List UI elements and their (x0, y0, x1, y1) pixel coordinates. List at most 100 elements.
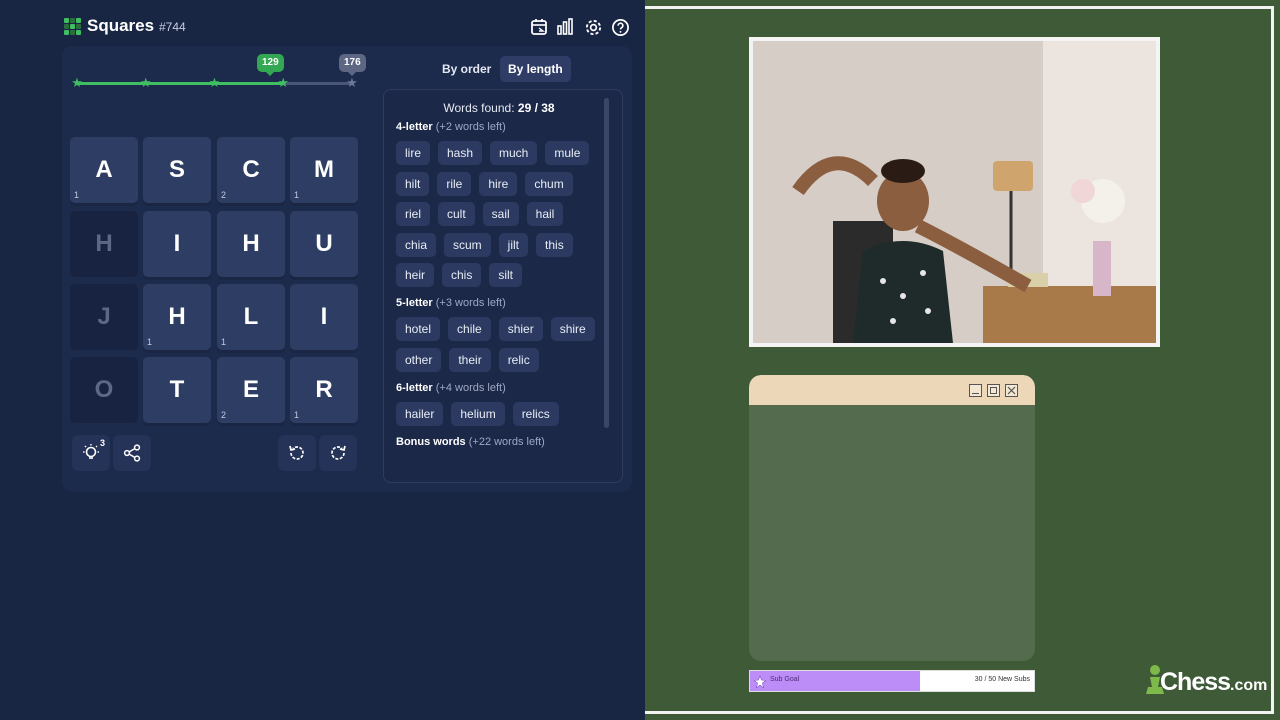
word-chip[interactable]: this (536, 232, 573, 257)
sort-by-length-tab[interactable]: By length (500, 56, 571, 82)
letter-tile[interactable]: M1 (290, 137, 358, 203)
word-chip[interactable]: shire (550, 317, 595, 341)
sub-goal-count: 30 / 50 New Subs (974, 676, 1030, 683)
word-chip[interactable]: sail (482, 202, 519, 226)
word-chip[interactable]: lire (396, 141, 431, 165)
word-section-remaining: (+22 words left) (468, 435, 545, 448)
word-chip[interactable]: cult (438, 202, 475, 226)
tile-letter: J (97, 303, 111, 330)
words-found-label: Words found: (443, 101, 515, 115)
undo-button[interactable] (278, 435, 316, 471)
letter-tile[interactable]: I (143, 211, 211, 277)
tile-letter: M (314, 156, 334, 183)
letter-tile[interactable]: S (143, 137, 211, 203)
progress-star: ★ (346, 75, 358, 90)
words-found-count: 29 / 38 (517, 101, 555, 115)
word-section-title: Bonus words (+22 words left) (396, 436, 545, 448)
word-chip[interactable]: silt (489, 263, 523, 287)
bar-chart-icon[interactable] (554, 16, 576, 38)
word-chip[interactable]: chum (525, 171, 573, 196)
word-section-length: Bonus words (396, 435, 469, 448)
tile-letter: S (168, 156, 185, 183)
word-section-length: 4-letter (396, 121, 436, 133)
redo-button[interactable] (319, 435, 357, 471)
letter-tile[interactable]: J (70, 284, 138, 350)
minimize-icon[interactable] (969, 384, 982, 397)
lightbulb-icon (83, 444, 99, 459)
word-chip[interactable]: rile (437, 171, 472, 196)
letter-tile[interactable]: E2 (217, 357, 285, 423)
word-chip[interactable]: chis (442, 263, 482, 287)
word-chip[interactable]: hotel (396, 317, 441, 341)
word-section-remaining: (+2 words left) (435, 121, 506, 133)
game-title: Squares (87, 16, 155, 35)
word-section-length: 6-letter (396, 381, 436, 394)
word-chip[interactable]: relics (512, 401, 559, 426)
word-chip[interactable]: heir (396, 263, 435, 287)
tile-letter: A (95, 156, 113, 183)
help-icon[interactable] (609, 16, 631, 38)
letter-tile[interactable]: R1 (290, 357, 358, 423)
tile-letter: C (242, 156, 260, 183)
maximize-icon[interactable] (987, 384, 1000, 397)
chess-logo-suffix: .com (1230, 677, 1268, 694)
game-header: Squares #744 (62, 14, 634, 40)
tile-letter: H (242, 230, 260, 257)
letter-tile[interactable]: H1 (143, 284, 211, 350)
words-found-summary: Words found: 29 / 38 (384, 101, 614, 115)
tile-usage-count: 1 (74, 190, 80, 200)
word-chip[interactable]: mule (545, 141, 590, 165)
chat-window (749, 375, 1035, 661)
redo-icon (331, 445, 346, 460)
current-score-bubble: 129 (257, 54, 284, 76)
letter-tile[interactable]: O (70, 357, 138, 423)
word-chip[interactable]: much (490, 141, 538, 165)
tile-letter: H (95, 230, 113, 257)
sub-goal-bar: Sub Goal 30 / 50 New Subs (749, 670, 1035, 692)
letter-tile[interactable]: I (290, 284, 358, 350)
word-chip[interactable]: chile (448, 317, 491, 341)
tile-usage-count: 1 (147, 337, 153, 347)
letter-tile[interactable]: H (70, 211, 138, 277)
letter-tile[interactable]: U (290, 211, 358, 277)
sort-by-order-tab[interactable]: By order (434, 56, 499, 82)
frame-border-right (1271, 6, 1274, 714)
tile-letter: L (243, 303, 259, 330)
letter-tile[interactable]: C2 (217, 137, 285, 203)
word-chip[interactable]: hailer (396, 401, 444, 426)
tile-letter: H (168, 303, 186, 330)
word-chip[interactable]: hilt (396, 171, 430, 196)
word-chip[interactable]: relic (498, 347, 539, 372)
letter-tile[interactable]: L1 (217, 284, 285, 350)
tile-letter: I (173, 230, 181, 257)
word-chip[interactable]: shier (498, 317, 543, 341)
word-chip[interactable]: hire (479, 171, 518, 196)
sub-goal-label: Sub Goal (770, 676, 800, 683)
word-chip[interactable]: helium (451, 401, 505, 426)
gear-icon[interactable] (582, 16, 604, 38)
word-chip[interactable]: scum (444, 232, 491, 257)
share-button[interactable] (113, 435, 151, 471)
word-section-title: 6-letter (+4 words left) (396, 382, 506, 394)
letter-tile[interactable]: T (143, 357, 211, 423)
close-icon[interactable] (1005, 384, 1018, 397)
calendar-icon[interactable] (528, 16, 550, 38)
letter-tile[interactable]: A1 (70, 137, 138, 203)
word-chip[interactable]: riel (396, 202, 431, 226)
word-chip[interactable]: other (396, 347, 442, 372)
word-chip[interactable]: hash (438, 141, 483, 165)
word-chip[interactable]: hail (526, 202, 564, 226)
star-badge-icon (753, 675, 767, 689)
word-chip[interactable]: chia (396, 232, 437, 257)
progress-fill (77, 82, 284, 85)
squares-game-panel: Squares #744 ★ ★ ★ ★ ★ 129 176 A1SC2M1HIHUJH… (0, 0, 645, 720)
undo-icon (289, 445, 304, 460)
chat-titlebar (749, 375, 1035, 405)
word-chip[interactable]: their (449, 347, 491, 372)
tile-letter: O (94, 376, 114, 403)
words-found-panel: Words found: 29 / 38 4-letter (+2 words … (383, 89, 623, 483)
word-chip[interactable]: jilt (498, 232, 529, 257)
letter-tile[interactable]: H (217, 211, 285, 277)
words-scrollbar[interactable] (604, 98, 609, 428)
frame-border-top (645, 6, 1274, 9)
